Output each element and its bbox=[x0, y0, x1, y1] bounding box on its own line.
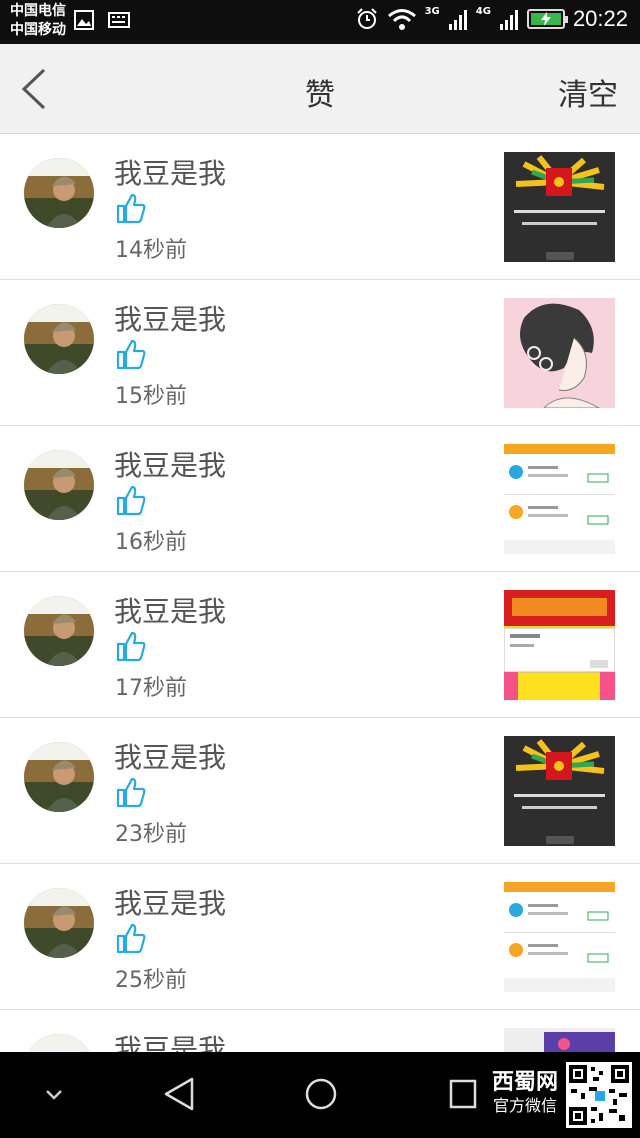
user-name[interactable]: 我豆是我 bbox=[114, 1028, 226, 1052]
notification-icons bbox=[74, 10, 130, 30]
like-time: 25秒前 bbox=[115, 968, 187, 993]
post-thumbnail[interactable] bbox=[504, 152, 615, 262]
avatar[interactable] bbox=[24, 304, 94, 374]
user-name[interactable]: 我豆是我 bbox=[114, 152, 226, 192]
list-item[interactable]: 我豆是我 14秒前 bbox=[0, 134, 640, 280]
clock: 20:22 bbox=[572, 6, 628, 31]
clear-button[interactable]: 清空 bbox=[558, 70, 618, 114]
signal-icon bbox=[448, 10, 467, 30]
system-navigation-bar: 西蜀网 官方微信 bbox=[0, 1052, 640, 1138]
recent-apps-square-icon[interactable] bbox=[448, 1078, 478, 1110]
avatar[interactable] bbox=[24, 450, 94, 520]
qr-code bbox=[566, 1062, 632, 1128]
navigation-bar: 赞 清空 bbox=[0, 44, 640, 134]
thumbs-up-icon bbox=[116, 777, 146, 808]
thumbs-up-icon bbox=[116, 193, 146, 224]
watermark-line1: 西蜀网 bbox=[492, 1070, 559, 1095]
user-name[interactable]: 我豆是我 bbox=[114, 298, 226, 338]
thumbs-up-icon bbox=[116, 339, 146, 370]
watermark-line2: 官方微信 bbox=[493, 1096, 558, 1115]
post-thumbnail[interactable] bbox=[504, 882, 615, 992]
carrier-2: 中国移动 bbox=[10, 22, 66, 38]
like-time: 16秒前 bbox=[115, 530, 187, 555]
keyboard-icon bbox=[108, 12, 130, 28]
battery-icon bbox=[526, 9, 568, 29]
thumbs-up-icon bbox=[116, 923, 146, 954]
post-thumbnail[interactable] bbox=[504, 444, 615, 554]
thumbs-up-icon bbox=[116, 631, 146, 662]
list-item[interactable]: 我豆是我 16秒前 bbox=[0, 426, 640, 572]
carrier-info: 中国电信 中国移动 bbox=[10, 2, 66, 40]
post-thumbnail[interactable] bbox=[504, 298, 615, 408]
image-icon bbox=[74, 10, 94, 30]
chevron-down-icon[interactable] bbox=[44, 1088, 64, 1102]
post-thumbnail[interactable] bbox=[504, 1028, 615, 1052]
thumbs-up-icon bbox=[116, 485, 146, 516]
like-time: 14秒前 bbox=[115, 238, 187, 263]
signal-icon bbox=[499, 10, 518, 30]
list-item[interactable]: 我豆是我 bbox=[0, 1010, 640, 1052]
watermark-brand: 西蜀网 官方微信 bbox=[492, 1070, 558, 1116]
avatar[interactable] bbox=[24, 158, 94, 228]
carrier-1: 中国电信 bbox=[10, 3, 66, 19]
post-thumbnail[interactable] bbox=[504, 590, 615, 700]
user-name[interactable]: 我豆是我 bbox=[114, 590, 226, 630]
like-time: 15秒前 bbox=[115, 384, 187, 409]
alarm-icon bbox=[356, 8, 377, 29]
avatar[interactable] bbox=[24, 888, 94, 958]
avatar[interactable] bbox=[24, 1034, 94, 1052]
like-time: 17秒前 bbox=[115, 676, 187, 701]
network-4g-label: 4G bbox=[475, 5, 491, 17]
user-name[interactable]: 我豆是我 bbox=[114, 882, 226, 922]
like-time: 23秒前 bbox=[115, 822, 187, 847]
user-name[interactable]: 我豆是我 bbox=[114, 444, 226, 484]
list-item[interactable]: 我豆是我 17秒前 bbox=[0, 572, 640, 718]
likes-list: 我豆是我 14秒前 我豆是我 15秒前 我豆是我 16秒前 我豆是我 17秒前 … bbox=[0, 134, 640, 1052]
wifi-icon bbox=[387, 9, 416, 30]
list-item[interactable]: 我豆是我 25秒前 bbox=[0, 864, 640, 1010]
system-status: 3G 4G 20:22 bbox=[355, 6, 628, 32]
page-title: 赞 bbox=[305, 78, 335, 113]
list-item[interactable]: 我豆是我 15秒前 bbox=[0, 280, 640, 426]
network-3g-label: 3G bbox=[424, 5, 440, 17]
list-item[interactable]: 我豆是我 23秒前 bbox=[0, 718, 640, 864]
home-circle-icon[interactable] bbox=[304, 1076, 338, 1112]
avatar[interactable] bbox=[24, 742, 94, 812]
user-name[interactable]: 我豆是我 bbox=[114, 736, 226, 776]
back-triangle-icon[interactable] bbox=[162, 1076, 196, 1112]
status-bar: 中国电信 中国移动 3G 4G 20:22 bbox=[0, 0, 640, 44]
post-thumbnail[interactable] bbox=[504, 736, 615, 846]
avatar[interactable] bbox=[24, 596, 94, 666]
